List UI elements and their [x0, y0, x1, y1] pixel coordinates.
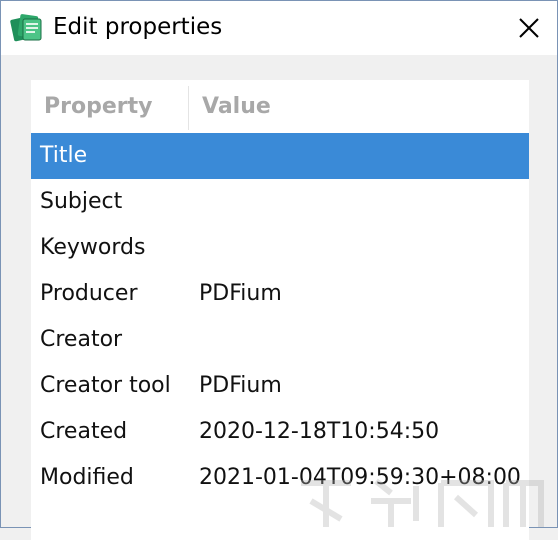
property-cell: Creator	[40, 327, 123, 352]
column-header-property[interactable]: Property	[44, 80, 152, 133]
property-cell: Title	[40, 143, 88, 168]
property-cell: Created	[40, 419, 128, 444]
table-row[interactable]: Subject	[31, 179, 529, 225]
table-row[interactable]: Creator tool PDFium	[31, 363, 529, 409]
dialog-title: Edit properties	[53, 14, 223, 40]
value-cell[interactable]: PDFium	[199, 363, 282, 409]
watermark-graphic	[301, 478, 544, 527]
table-row[interactable]: Title	[31, 133, 529, 179]
property-cell: Producer	[40, 281, 138, 306]
dialog-body: Property Value Title Subject Keywords Pr…	[1, 55, 557, 540]
property-cell: Keywords	[40, 235, 146, 260]
column-header-value[interactable]: Value	[202, 80, 271, 133]
value-cell[interactable]: PDFium	[199, 271, 282, 317]
close-button[interactable]	[501, 1, 557, 55]
table-row[interactable]: Created 2020-12-18T10:54:50	[31, 409, 529, 455]
property-cell: Creator tool	[40, 373, 171, 398]
table-row[interactable]: Producer PDFium	[31, 271, 529, 317]
close-icon	[519, 18, 539, 38]
app-icon	[10, 14, 42, 42]
edit-properties-dialog: Edit properties Property Value Title Sub…	[0, 0, 558, 540]
property-cell: Subject	[40, 189, 123, 214]
column-divider[interactable]	[188, 86, 189, 130]
table-header: Property Value	[31, 80, 529, 133]
title-bar[interactable]: Edit properties	[1, 1, 557, 55]
value-cell[interactable]: 2020-12-18T10:54:50	[199, 409, 439, 455]
table-row[interactable]: Creator	[31, 317, 529, 363]
property-cell: Modified	[40, 465, 134, 490]
table-row[interactable]: Keywords	[31, 225, 529, 271]
